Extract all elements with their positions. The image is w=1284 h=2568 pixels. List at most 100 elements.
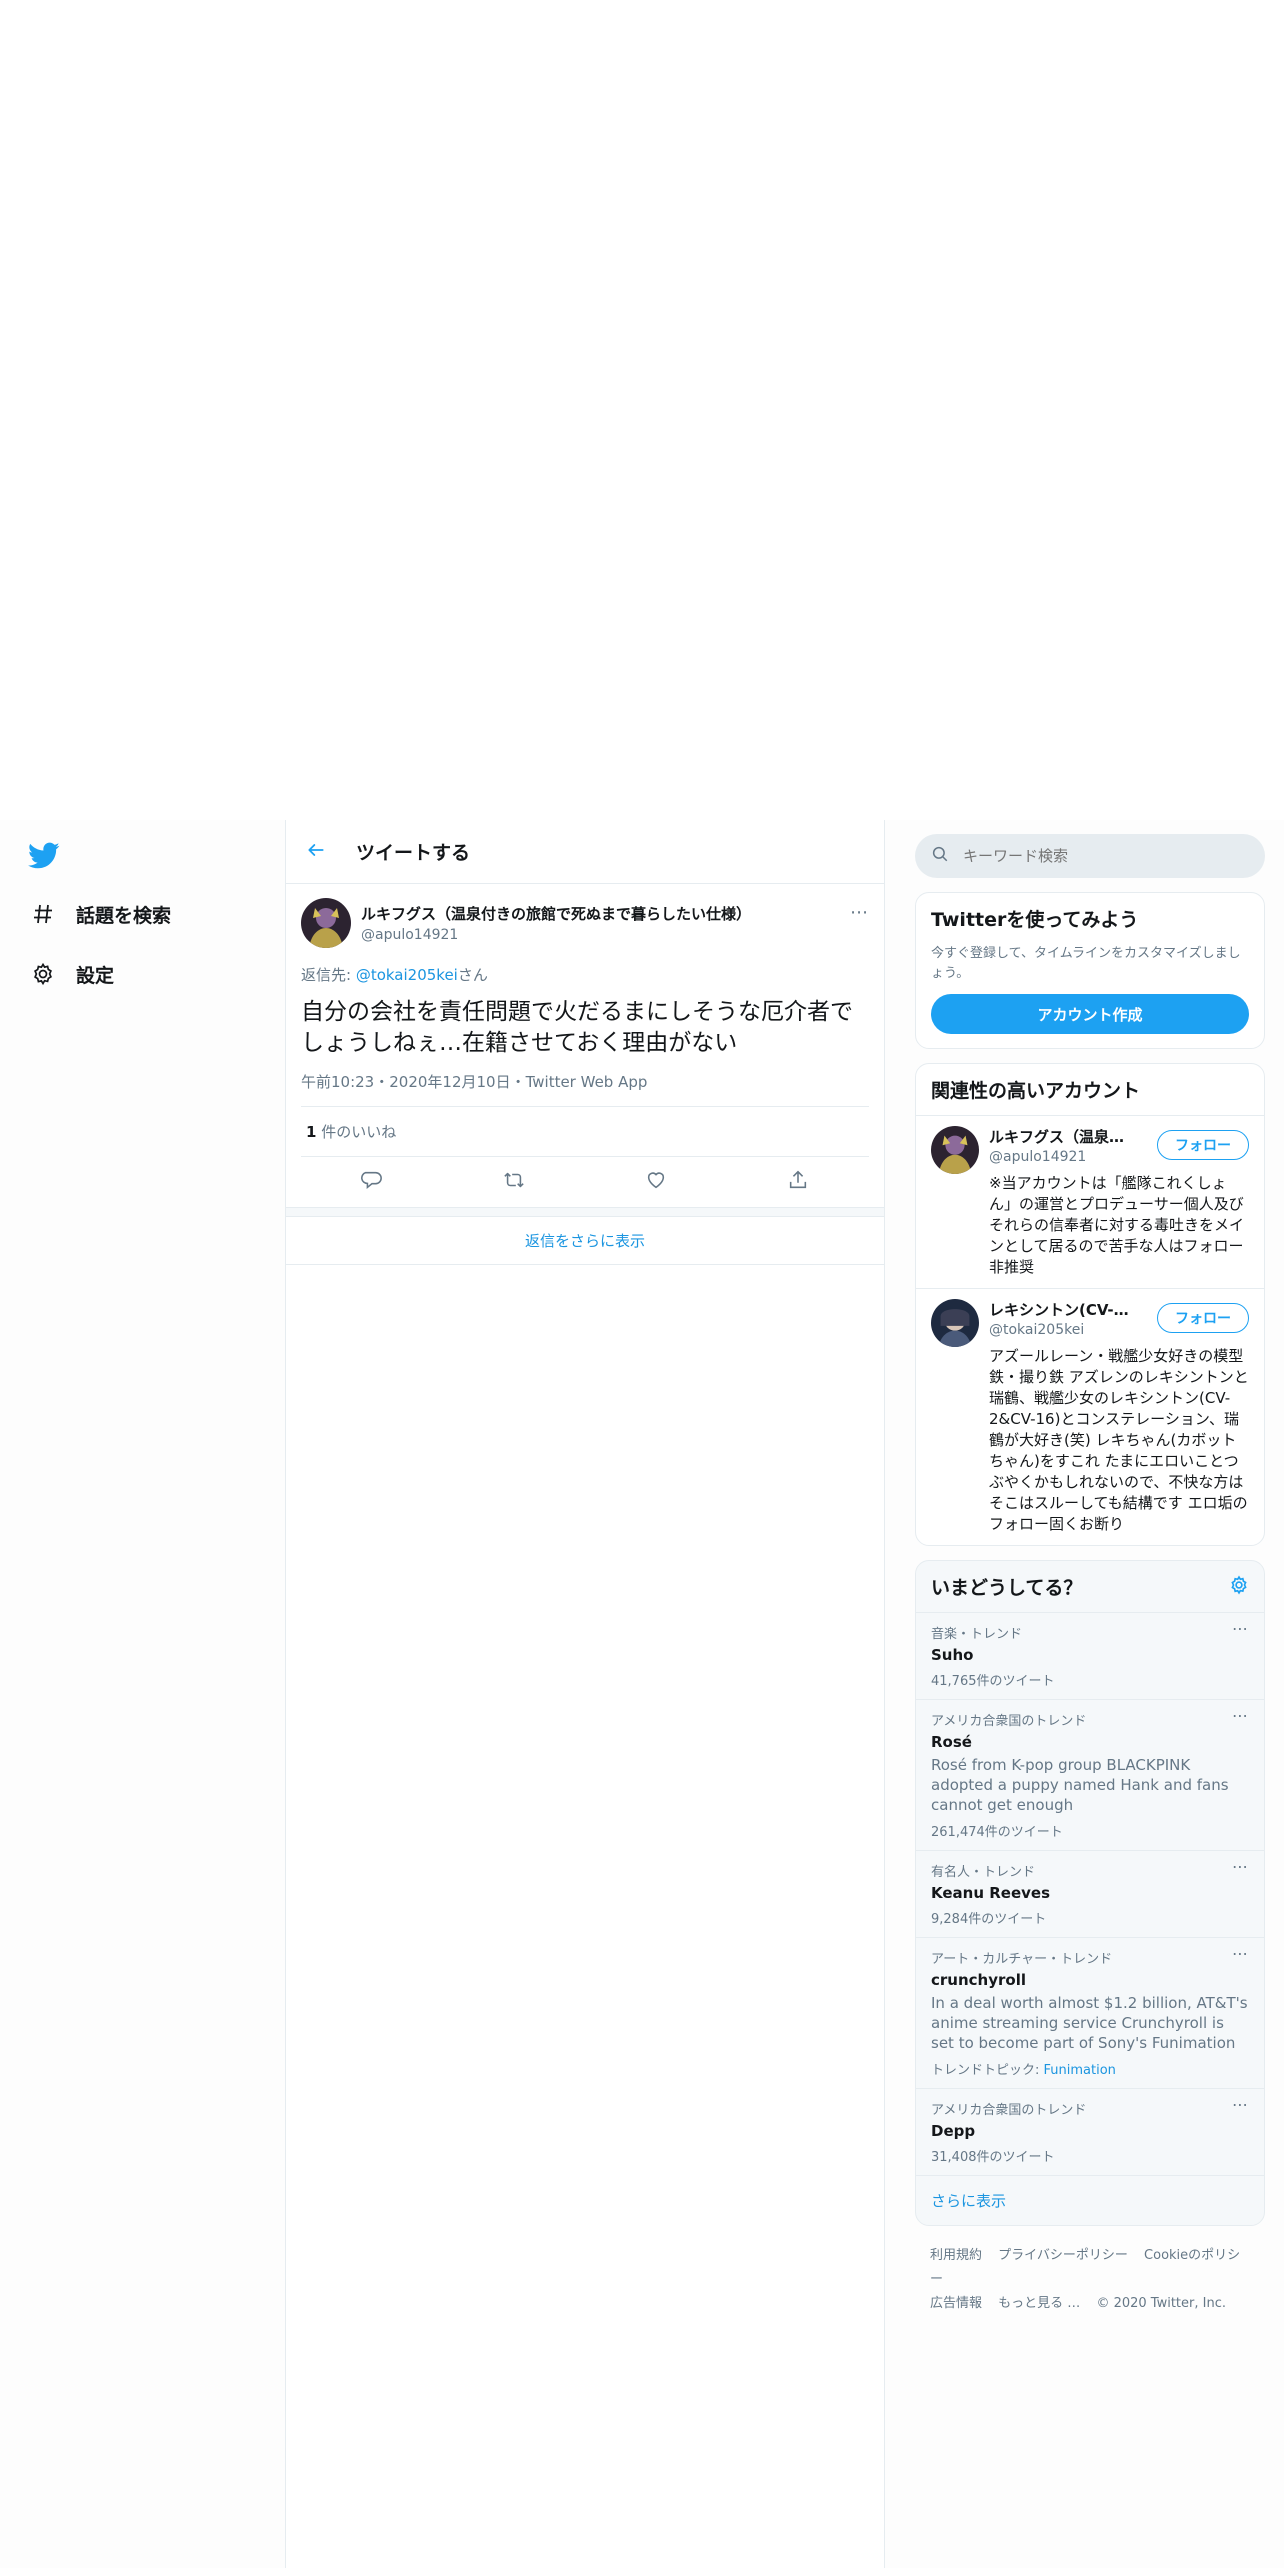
trend-topic-prefix: トレンドトピック: — [931, 2063, 1044, 2078]
display-name: ルキフグス（温泉付きの旅館で死ぬまで暮らしたい仕様） — [361, 905, 752, 923]
trend-more-icon[interactable]: ⋯ — [1232, 1857, 1249, 1876]
trend-item[interactable]: 有名人・トレンド Keanu Reeves 9,284件のツイート ⋯ — [916, 1850, 1264, 1937]
account-item[interactable]: ルキフグス（温泉付きの旅館で死ぬまで暮らしたい仕様） @apulo14921 ※… — [916, 1115, 1264, 1288]
account-item[interactable]: レキシントン(CV-16)… @tokai205kei アズールレーン・戦艦少女… — [916, 1288, 1264, 1545]
gear-icon[interactable] — [1229, 1574, 1249, 1599]
trend-context: 音楽・トレンド — [931, 1627, 1023, 1642]
divider — [286, 1207, 884, 1217]
gear-icon — [28, 959, 58, 989]
right-sidebar: Twitterを使ってみよう 今すぐ登録して、タイムラインをカスタマイズしましょ… — [915, 820, 1265, 2334]
trend-more-icon[interactable]: ⋯ — [1232, 1944, 1249, 1963]
nav-item-label: 話題を検索 — [76, 904, 172, 927]
related-accounts-title: 関連性の高いアカウント — [931, 1080, 1141, 1102]
more-options-icon[interactable]: ⋯ — [850, 902, 869, 923]
trend-item[interactable]: 音楽・トレンド Suho 41,765件のツイート ⋯ — [916, 1612, 1264, 1699]
main-column: ツイートする ルキフグス（温泉付きの旅館で死ぬまで暮らしたい仕様） @apulo… — [285, 820, 885, 2568]
trend-count: 41,765件のツイート — [931, 1674, 1055, 1689]
nav-item-explore[interactable]: 話題を検索 — [28, 896, 171, 932]
heart-icon — [645, 1169, 667, 1195]
main-header: ツイートする — [286, 820, 884, 884]
trend-more-icon[interactable]: ⋯ — [1232, 1706, 1249, 1725]
trend-context: アメリカ合衆国のトレンド — [931, 2103, 1087, 2118]
twitter-bird-icon[interactable] — [28, 842, 62, 872]
show-more-trends-link[interactable]: さらに表示 — [916, 2175, 1264, 2225]
retweet-button[interactable] — [496, 1167, 532, 1197]
trend-more-icon[interactable]: ⋯ — [1232, 2095, 1249, 2114]
app: 話題を検索 設定 ツイートする ルキフグス（温泉付きの旅館で死ぬまで暮らしたい仕… — [0, 820, 1284, 2568]
trend-item[interactable]: アート・カルチャー・トレンド crunchyroll In a deal wor… — [916, 1937, 1264, 2088]
trend-description: Rosé from K-pop group BLACKPINK adopted … — [931, 1756, 1229, 1814]
signup-title: Twitterを使ってみよう — [931, 909, 1139, 931]
create-account-button[interactable]: アカウント作成 — [931, 994, 1249, 1034]
trend-context: 有名人・トレンド — [931, 1865, 1036, 1880]
trends-header: いまどうしてる？ — [916, 1561, 1264, 1612]
likes-count[interactable]: 1 件のいいね — [301, 1107, 869, 1157]
tweet-text: 自分の会社を責任問題で火だるまにしそうな厄介者でしょうしねぇ…在籍させておく理由… — [301, 999, 853, 1056]
hashtag-icon — [28, 899, 58, 929]
account-bio: ※当アカウントは「艦隊これくしょん」の運営とプロデューサー個人及びそれらの信奉者… — [989, 1174, 1245, 1276]
search-bar[interactable] — [915, 834, 1265, 878]
avatar[interactable] — [301, 898, 351, 948]
trend-topic: トレンドトピック: Funimation — [931, 2059, 1249, 2078]
blank-top-area — [0, 0, 1284, 820]
left-nav: 話題を検索 設定 — [0, 820, 285, 2568]
search-icon — [931, 845, 949, 867]
reply-icon — [361, 1169, 383, 1195]
footer-link-terms[interactable]: 利用規約 — [930, 2248, 982, 2263]
trend-context: アメリカ合衆国のトレンド — [931, 1714, 1087, 1729]
signup-card: Twitterを使ってみよう 今すぐ登録して、タイムラインをカスタマイズしましょ… — [915, 892, 1265, 1049]
trend-context: アート・カルチャー・トレンド — [931, 1952, 1113, 1967]
trend-count: 261,474件のツイート — [931, 1825, 1063, 1840]
show-more-replies-button[interactable]: 返信をさらに表示 — [286, 1217, 884, 1265]
footer-link-more[interactable]: もっと見る … — [998, 2296, 1080, 2311]
retweet-icon — [502, 1169, 526, 1195]
avatar[interactable] — [931, 1299, 979, 1347]
trend-description: In a deal worth almost $1.2 billion, AT&… — [931, 1994, 1248, 2052]
reply-prefix: 返信先: — [301, 966, 356, 984]
footer: 利用規約 プライバシーポリシー Cookieのポリシー 広告情報 もっと見る …… — [915, 2226, 1265, 2334]
follow-button[interactable]: フォロー — [1157, 1130, 1249, 1160]
search-input[interactable] — [963, 847, 1223, 865]
account-name: レキシントン(CV-16)… — [989, 1301, 1139, 1319]
account-bio: アズールレーン・戦艦少女好きの模型鉄・撮り鉄 アズレンのレキシントンと瑞鶴、戦艦… — [989, 1347, 1249, 1533]
tweet-author[interactable]: ルキフグス（温泉付きの旅館で死ぬまで暮らしたい仕様） @apulo14921 — [361, 903, 751, 943]
trend-name: Suho — [931, 1646, 974, 1664]
tweet: ルキフグス（温泉付きの旅館で死ぬまで暮らしたい仕様） @apulo14921 ⋯… — [286, 884, 884, 1207]
trend-topic-link[interactable]: Funimation — [1044, 2063, 1116, 2078]
trend-count: 31,408件のツイート — [931, 2150, 1055, 2165]
trend-more-icon[interactable]: ⋯ — [1232, 1619, 1249, 1638]
footer-link-ads[interactable]: 広告情報 — [930, 2296, 982, 2311]
arrow-left-icon — [306, 840, 326, 864]
tweet-meta: 午前10:23・2020年12月10日・Twitter Web App — [301, 1071, 869, 1107]
share-icon — [787, 1169, 809, 1195]
footer-link-privacy[interactable]: プライバシーポリシー — [998, 2248, 1128, 2263]
avatar[interactable] — [931, 1126, 979, 1174]
reply-suffix: さん — [457, 966, 488, 984]
share-button[interactable] — [780, 1167, 816, 1197]
trends-card: いまどうしてる？ 音楽・トレンド Suho 41,765件のツイート ⋯ アメリ… — [915, 1560, 1265, 2226]
trend-name: Depp — [931, 2122, 976, 2140]
nav-item-settings[interactable]: 設定 — [28, 956, 114, 992]
signup-subtitle: 今すぐ登録して、タイムラインをカスタマイズしましょう。 — [931, 946, 1241, 981]
reply-handle-link[interactable]: @tokai205kei — [356, 966, 458, 984]
trend-item[interactable]: アメリカ合衆国のトレンド Depp 31,408件のツイート ⋯ — [916, 2088, 1264, 2175]
account-name: ルキフグス（温泉付きの旅館で死ぬまで暮らしたい仕様） — [989, 1128, 1139, 1146]
likes-number: 1 — [306, 1123, 317, 1141]
trend-count: 9,284件のツイート — [931, 1912, 1047, 1927]
trend-name: Rosé — [931, 1733, 972, 1751]
user-handle: @apulo14921 — [361, 927, 459, 943]
nav-item-label: 設定 — [76, 964, 115, 987]
account-info: レキシントン(CV-16)… @tokai205kei アズールレーン・戦艦少女… — [989, 1299, 1249, 1535]
trend-item[interactable]: アメリカ合衆国のトレンド Rosé Rosé from K-pop group … — [916, 1699, 1264, 1850]
like-button[interactable] — [638, 1167, 674, 1197]
related-accounts-card: 関連性の高いアカウント ルキフグス（温泉付きの旅館で死ぬまで暮らしたい仕様） @… — [915, 1063, 1265, 1546]
back-button[interactable] — [296, 832, 336, 872]
trends-title: いまどうしてる？ — [931, 1577, 1083, 1599]
reply-button[interactable] — [354, 1167, 390, 1197]
reply-to: 返信先: @tokai205keiさん — [301, 964, 869, 985]
likes-label: 件のいいね — [316, 1123, 397, 1141]
trend-name: Keanu Reeves — [931, 1884, 1051, 1902]
tweet-actions — [301, 1157, 869, 1207]
follow-button[interactable]: フォロー — [1157, 1303, 1249, 1333]
tweet-author-row: ルキフグス（温泉付きの旅館で死ぬまで暮らしたい仕様） @apulo14921 ⋯ — [301, 894, 869, 952]
